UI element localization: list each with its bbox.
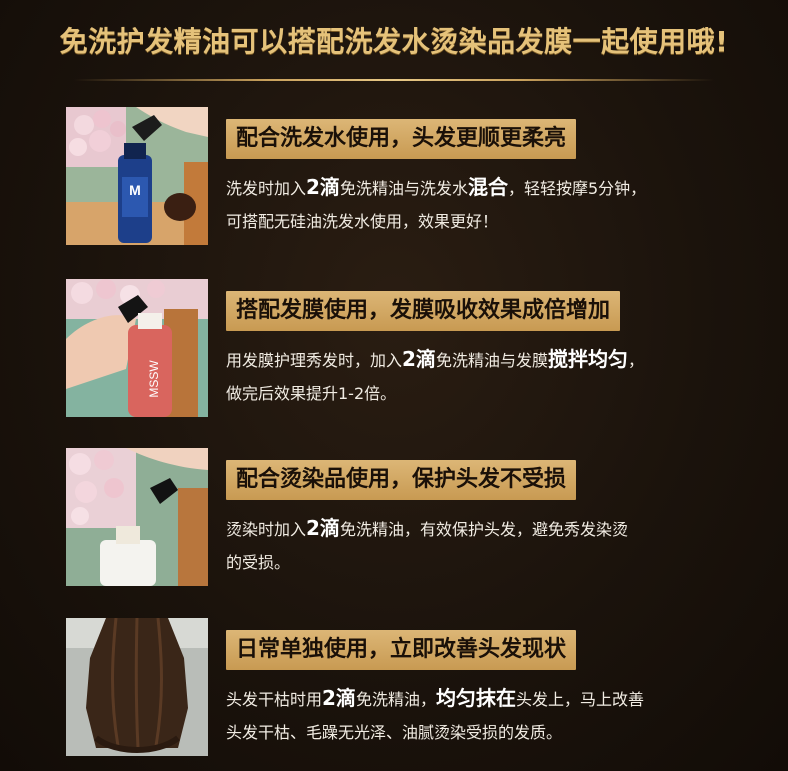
text-segment: 免洗精油，有效保护头发，避免秀发染烫 <box>339 520 628 539</box>
text-segment: 免洗精油与发膜 <box>435 351 548 370</box>
section-heading: 配合烫染品使用，保护头发不受损 <box>236 467 567 492</box>
heading-bar: 日常单独使用，立即改善头发现状 <box>226 630 577 670</box>
section-perm-dye: 配合烫染品使用，保护头发不受损 烫染时加入2滴免洗精油，有效保护头发，避免秀发染… <box>66 448 736 588</box>
highlight-text: 2滴 <box>306 175 340 199</box>
text-segment: 做完后效果提升1-2倍。 <box>226 384 397 403</box>
highlight-text: 搅拌均匀 <box>547 347 628 371</box>
section-description: 洗发时加入2滴免洗精油与洗发水混合，轻轻按摩5分钟， 可搭配无硅油洗发水使用，效… <box>226 171 736 238</box>
highlight-text: 混合 <box>467 175 508 199</box>
photo-hair-mask: MSSW <box>66 279 208 417</box>
section-hair-mask: MSSW 搭配发膜使用，发膜吸收效果成倍增加 用发膜护理秀发时，加入2滴免洗精油… <box>66 279 736 419</box>
bottle-logo: MSSW <box>147 360 161 398</box>
description-line-2: 头发干枯、毛躁无光泽、油腻烫染受损的发质。 <box>226 716 736 749</box>
description-line-2: 做完后效果提升1-2倍。 <box>226 377 736 410</box>
description-line-1: 洗发时加入2滴免洗精油与洗发水混合，轻轻按摩5分钟， <box>226 171 736 205</box>
description-line-2: 的受损。 <box>226 546 736 579</box>
text-segment: ， <box>627 351 644 370</box>
text-segment: 可搭配无硅油洗发水使用，效果更好！ <box>226 212 499 231</box>
text-segment: 头发干枯、毛躁无光泽、油腻烫染受损的发质。 <box>226 723 563 742</box>
page-title: 免洗护发精油可以搭配洗发水烫染品发膜一起使用哦! <box>59 25 729 58</box>
bottle-logo: M <box>129 182 141 198</box>
highlight-text: 2滴 <box>402 347 436 371</box>
highlight-text: 均匀抹在 <box>435 686 516 710</box>
section-shampoo: M 配合洗发水使用，头发更顺更柔亮 洗发时加入2滴免洗精油与洗发水混合，轻轻按摩… <box>66 107 736 247</box>
description-line-1: 头发干枯时用2滴免洗精油，均匀抹在头发上，马上改善 <box>226 682 736 716</box>
section-description: 烫染时加入2滴免洗精油，有效保护头发，避免秀发染烫 的受损。 <box>226 512 736 579</box>
photo-long-hair <box>66 618 208 756</box>
text-segment: 的受损。 <box>226 553 291 572</box>
section-heading: 日常单独使用，立即改善头发现状 <box>236 637 567 662</box>
title-divider <box>74 79 714 81</box>
text-segment: 洗发时加入 <box>226 179 307 198</box>
section-heading: 配合洗发水使用，头发更顺更柔亮 <box>236 126 567 151</box>
heading-bar: 搭配发膜使用，发膜吸收效果成倍增加 <box>226 291 621 331</box>
photo-shampoo: M <box>66 107 208 245</box>
page: 免洗护发精油可以搭配洗发水烫染品发膜一起使用哦! M 配合洗发水使用，头发更顺更… <box>0 0 788 771</box>
text-segment: 头发上，马上改善 <box>515 690 644 709</box>
description-line-1: 烫染时加入2滴免洗精油，有效保护头发，避免秀发染烫 <box>226 512 736 546</box>
section-description: 头发干枯时用2滴免洗精油，均匀抹在头发上，马上改善 头发干枯、毛躁无光泽、油腻烫… <box>226 682 736 749</box>
section-daily-use: 日常单独使用，立即改善头发现状 头发干枯时用2滴免洗精油，均匀抹在头发上，马上改… <box>66 618 736 758</box>
highlight-text: 2滴 <box>322 686 356 710</box>
photo-perm-dye <box>66 448 208 586</box>
heading-bar: 配合烫染品使用，保护头发不受损 <box>226 460 577 500</box>
description-line-2: 可搭配无硅油洗发水使用，效果更好！ <box>226 205 736 238</box>
section-heading: 搭配发膜使用，发膜吸收效果成倍增加 <box>236 298 611 323</box>
text-segment: 用发膜护理秀发时，加入 <box>226 351 403 370</box>
text-segment: 头发干枯时用 <box>226 690 323 709</box>
section-description: 用发膜护理秀发时，加入2滴免洗精油与发膜搅拌均匀， 做完后效果提升1-2倍。 <box>226 343 736 410</box>
text-segment: 免洗精油， <box>355 690 436 709</box>
description-line-1: 用发膜护理秀发时，加入2滴免洗精油与发膜搅拌均匀， <box>226 343 736 377</box>
text-segment: 烫染时加入 <box>226 520 307 539</box>
text-segment: ，轻轻按摩5分钟， <box>507 179 647 198</box>
highlight-text: 2滴 <box>306 516 340 540</box>
heading-bar: 配合洗发水使用，头发更顺更柔亮 <box>226 119 577 159</box>
text-segment: 免洗精油与洗发水 <box>339 179 468 198</box>
